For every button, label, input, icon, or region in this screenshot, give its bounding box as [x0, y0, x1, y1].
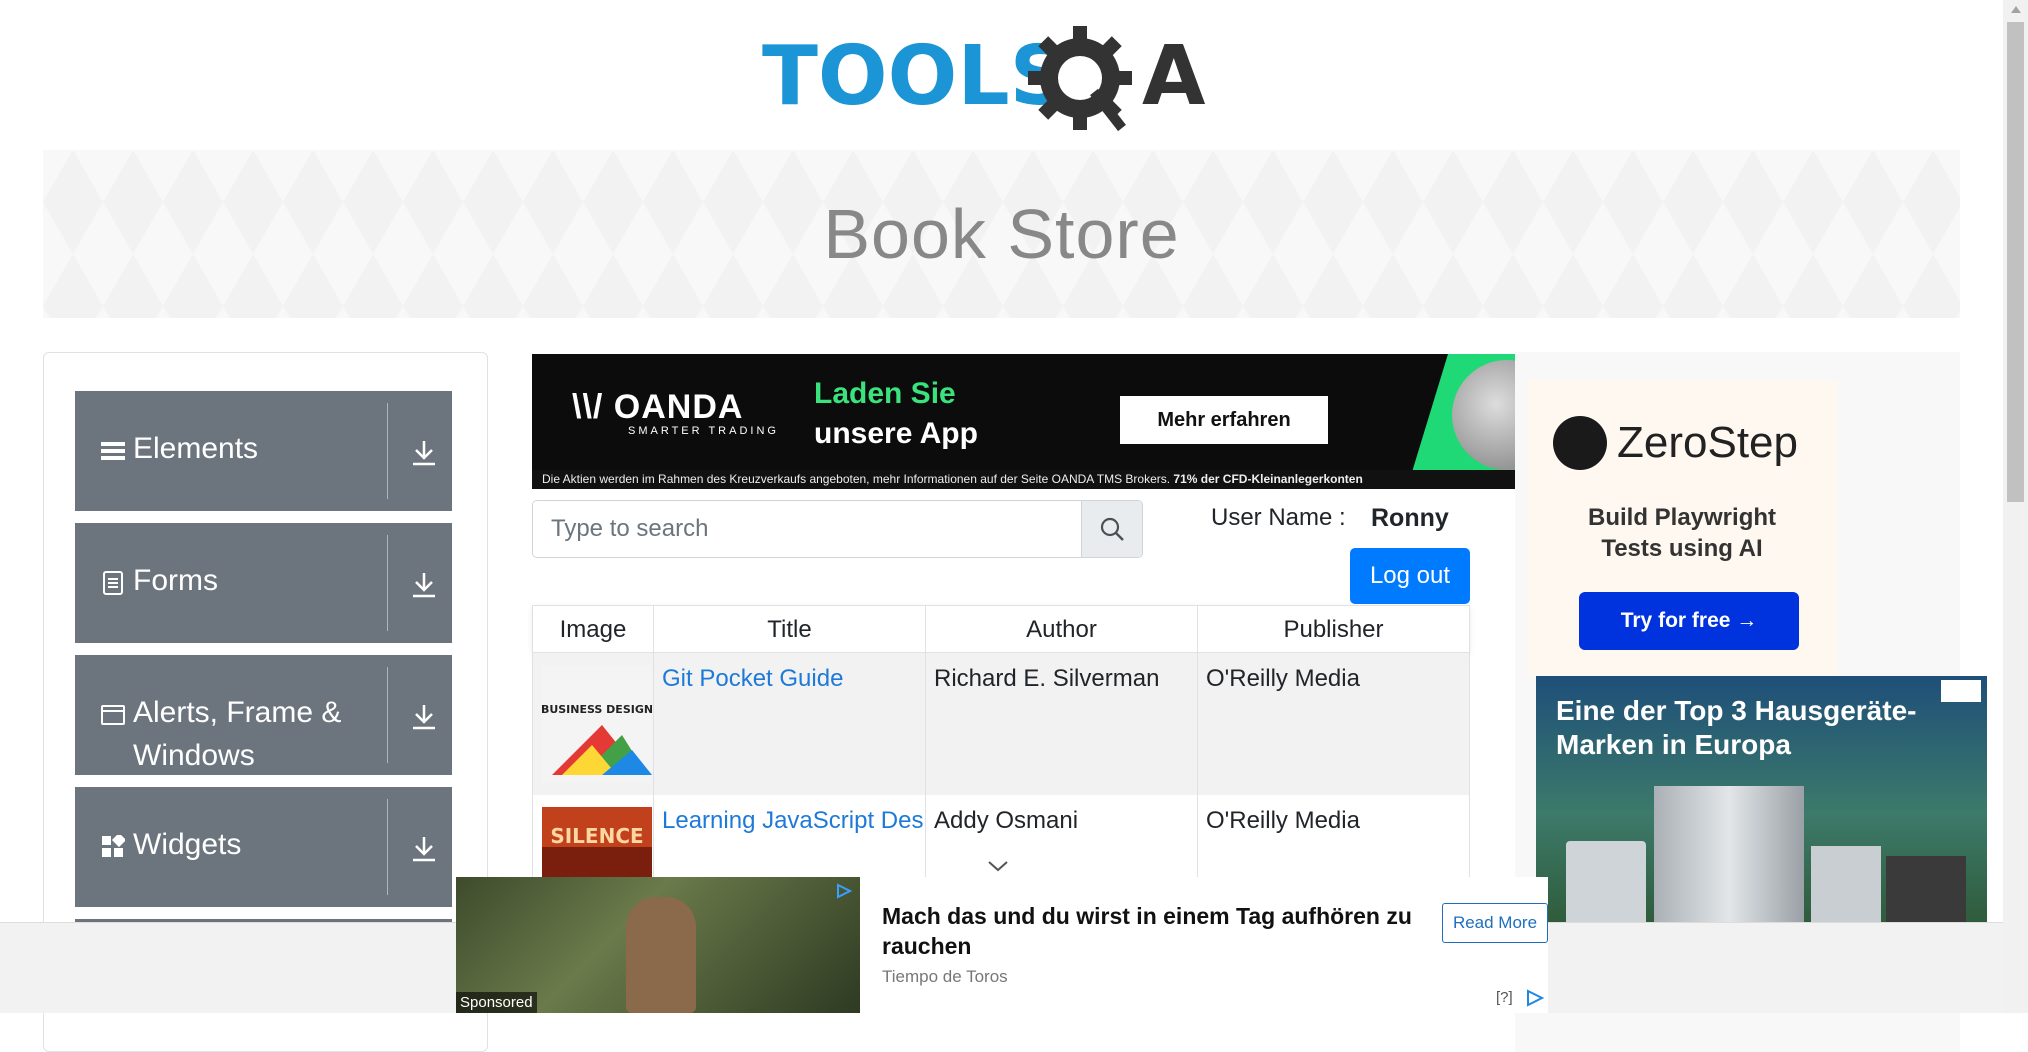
- download-icon[interactable]: [411, 439, 437, 467]
- zerostep-logo-icon: [1553, 416, 1607, 470]
- gear-icon: [1028, 26, 1132, 132]
- appliance-ad[interactable]: Eine der Top 3 Hausgeräte- Marken in Eur…: [1536, 676, 1987, 926]
- appliance-ad-headline: Eine der Top 3 Hausgeräte- Marken in Eur…: [1556, 694, 1956, 762]
- disclaimer-text: Die Aktien werden im Rahmen des Kreuzver…: [542, 472, 1174, 486]
- cell-publisher: O'Reilly Media: [1206, 665, 1360, 692]
- user-name-value: Ronny: [1371, 504, 1449, 532]
- sponsored-source: Tiempo de Toros: [882, 967, 1008, 986]
- page-title: Book Store: [823, 195, 1180, 273]
- search-icon: [1100, 517, 1124, 541]
- cell-image: BUSINESS DESIGN: [533, 653, 654, 795]
- divider: [387, 799, 388, 895]
- oanda-headline-1: Laden Sie: [814, 377, 956, 410]
- nav-group-label: Forms: [133, 564, 218, 597]
- chevron-down-icon[interactable]: [986, 858, 1010, 874]
- search-input[interactable]: [533, 501, 1083, 557]
- disclaimer-bold: 71% der CFD-Kleinanlegerkonten: [1173, 472, 1363, 486]
- oanda-cta-button[interactable]: Mehr erfahren: [1120, 396, 1328, 444]
- hamburger-icon: [101, 442, 125, 460]
- sponsored-label: Sponsored: [456, 992, 537, 1013]
- sponsored-ad[interactable]: Sponsored Mach das und du wirst in einem…: [456, 877, 1548, 1013]
- oanda-brand-sub: SMARTER TRADING: [628, 425, 779, 437]
- book-title-link[interactable]: Learning JavaScript Design Patterns: [662, 807, 925, 834]
- logo-tools-text: TOOLS: [762, 29, 1069, 124]
- user-name-label: User Name :: [1211, 504, 1346, 531]
- oanda-headline-2: unsere App: [814, 417, 978, 450]
- zerostep-tagline-2: Tests using AI: [1601, 535, 1763, 562]
- oanda-logo-icon: \\/: [572, 388, 614, 426]
- ad-help-link[interactable]: [?]: [1496, 989, 1513, 1006]
- search-box: [532, 500, 1143, 558]
- search-button[interactable]: [1081, 501, 1142, 557]
- fridge-image: [1654, 786, 1804, 926]
- nav-group-widgets[interactable]: Widgets: [75, 787, 452, 907]
- oanda-disclaimer: Die Aktien werden im Rahmen des Kreuzver…: [532, 470, 1515, 489]
- column-header-title[interactable]: Title: [654, 606, 926, 653]
- download-icon[interactable]: [411, 571, 437, 599]
- divider: [387, 535, 388, 631]
- nav-group-elements[interactable]: Elements: [75, 391, 452, 511]
- adchoices-icon[interactable]: [1941, 680, 1981, 702]
- zerostep-brand: ZeroStep: [1617, 418, 1798, 467]
- column-header-author[interactable]: Author: [926, 606, 1198, 653]
- logout-button[interactable]: Log out: [1350, 548, 1470, 604]
- logo-a-text: A: [1142, 29, 1206, 124]
- scrollbar-thumb[interactable]: [2007, 22, 2024, 502]
- dishwasher-image: [1811, 846, 1881, 926]
- read-more-button[interactable]: Read More: [1442, 903, 1548, 943]
- page-scrollbar[interactable]: [2003, 0, 2028, 1013]
- book-title-link[interactable]: Git Pocket Guide: [662, 665, 843, 692]
- column-header-image[interactable]: Image: [533, 606, 654, 653]
- download-icon[interactable]: [411, 703, 437, 731]
- cover-text: BUSINESS DESIGN: [542, 703, 652, 716]
- toolsqa-logo[interactable]: TOOLS A: [762, 22, 1252, 134]
- table-row: BUSINESS DESIGN Git Pocket Guide Richard…: [532, 653, 1470, 795]
- oanda-headline: Laden Sie unsere App: [814, 374, 978, 454]
- document-icon: [103, 571, 123, 595]
- try-for-free-button[interactable]: Try for free →: [1579, 592, 1799, 650]
- table-header: Image Title Author Publisher: [532, 605, 1470, 653]
- nav-group-label: Elements: [133, 432, 259, 465]
- oven-image: [1886, 856, 1966, 926]
- appliance-headline-2: Marken in Europa: [1556, 729, 1791, 760]
- sponsored-headline[interactable]: Mach das und du wirst in einem Tag aufhö…: [882, 901, 1442, 961]
- nav-group-label: Widgets: [133, 828, 242, 861]
- scroll-up-arrow-icon[interactable]: [2011, 6, 2021, 13]
- sponsored-ad-image: Sponsored: [456, 877, 860, 1013]
- divider: [387, 667, 388, 763]
- book-cover-image: BUSINESS DESIGN: [542, 665, 652, 783]
- page-banner: Book Store: [43, 150, 1960, 318]
- window-icon: [101, 705, 125, 725]
- cover-text: SILENCE: [550, 824, 643, 848]
- statue-image: [626, 897, 696, 1013]
- oanda-ad-banner[interactable]: \\/ OANDA SMARTER TRADING Laden Sie unse…: [532, 354, 1515, 489]
- nav-group-alerts-frame-windows[interactable]: Alerts, Frame & Windows: [75, 655, 452, 775]
- zerostep-tagline-1: Build Playwright: [1587, 504, 1776, 531]
- washing-machine-image: [1566, 841, 1646, 926]
- nav-group-forms[interactable]: Forms: [75, 523, 452, 643]
- download-icon[interactable]: [411, 835, 437, 863]
- appliance-headline-1: Eine der Top 3 Hausgeräte-: [1556, 695, 1917, 726]
- oanda-brand-name: OANDA: [613, 388, 744, 426]
- nav-group-label: Alerts, Frame & Windows: [133, 696, 342, 772]
- column-header-publisher[interactable]: Publisher: [1198, 606, 1469, 653]
- cell-title: Git Pocket Guide: [654, 653, 926, 795]
- adchoices-logo-icon[interactable]: [1524, 989, 1546, 1007]
- cell-author: Richard E. Silverman: [926, 653, 1198, 795]
- oanda-brand: \\/ OANDA SMARTER TRADING: [572, 388, 779, 437]
- zerostep-tagline: Build Playwright Tests using AI: [1527, 502, 1837, 564]
- zerostep-ad[interactable]: ZeroStep Build Playwright Tests using AI…: [1527, 380, 1837, 675]
- ad-info-icon[interactable]: [836, 883, 852, 899]
- divider: [387, 403, 388, 499]
- widgets-icon: [102, 835, 125, 857]
